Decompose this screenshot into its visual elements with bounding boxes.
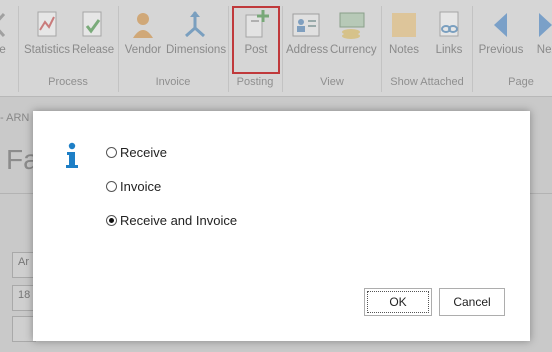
dimensions-button[interactable]: Dimensions (166, 8, 227, 70)
separator (472, 6, 473, 92)
cancel-button[interactable]: Cancel (439, 288, 505, 316)
separator (118, 6, 119, 92)
address-label: Address (286, 44, 329, 56)
separator (282, 6, 283, 92)
info-icon (66, 142, 78, 168)
release-label: Release (72, 44, 115, 56)
dimensions-icon (185, 11, 205, 38)
post-highlight-box (232, 6, 280, 74)
links-label: Links (435, 44, 463, 56)
option-receive[interactable]: Receive (106, 143, 167, 161)
notes-icon (392, 13, 416, 37)
group-invoice: Invoice (155, 76, 191, 88)
previous-button[interactable]: Previous (478, 8, 524, 70)
back-button[interactable]: te (0, 8, 12, 70)
address-icon (292, 13, 320, 37)
statistics-button[interactable]: Statistics (24, 8, 70, 70)
option-invoice[interactable]: Invoice (106, 177, 161, 195)
previous-label: Previous (478, 44, 524, 56)
address-button[interactable]: Address (286, 8, 329, 70)
group-show-attached: Show Attached (390, 76, 464, 88)
vendor-icon (133, 13, 153, 38)
group-posting: Posting (236, 76, 274, 88)
release-icon (82, 11, 102, 37)
links-icon (439, 11, 459, 37)
next-label: Nex (536, 44, 552, 56)
vendor-button[interactable]: Vendor (124, 8, 162, 70)
option-receive-label: Receive (120, 144, 167, 160)
option-invoice-label: Invoice (120, 178, 162, 194)
ribbon: te Statistics Release Vendor Dimensions (0, 0, 552, 97)
previous-icon (494, 13, 507, 37)
vendor-label: Vendor (124, 44, 162, 56)
post-options-dialog: Receive Invoice Receive and Invoice OK C… (33, 111, 530, 341)
separator (228, 6, 229, 92)
option-receive-and-invoice-label: Receive and Invoice (120, 212, 238, 228)
back-label: te (0, 44, 6, 56)
separator (381, 6, 382, 92)
dimensions-label: Dimensions (166, 44, 227, 56)
notes-button[interactable]: Notes (386, 8, 422, 70)
currency-icon (339, 12, 365, 39)
separator (18, 6, 19, 92)
radio-receive-and-invoice[interactable] (106, 214, 117, 226)
links-button[interactable]: Links (432, 8, 466, 70)
next-icon (539, 13, 552, 37)
ok-button[interactable]: OK (364, 288, 432, 316)
group-process: Process (48, 76, 88, 88)
radio-receive[interactable] (106, 146, 117, 158)
notes-label: Notes (388, 44, 420, 56)
currency-label: Currency (330, 44, 377, 56)
statistics-icon (37, 11, 57, 37)
statistics-label: Statistics (24, 44, 71, 56)
chevron-left-icon (0, 12, 6, 38)
breadcrumb: - ARN (0, 112, 30, 124)
currency-button[interactable]: Currency (330, 8, 377, 70)
next-button[interactable]: Nex (532, 8, 552, 70)
release-button[interactable]: Release (72, 8, 115, 70)
radio-invoice[interactable] (106, 180, 117, 192)
group-view: View (320, 76, 344, 88)
option-receive-and-invoice[interactable]: Receive and Invoice (106, 211, 237, 229)
group-page: Page (508, 76, 534, 88)
